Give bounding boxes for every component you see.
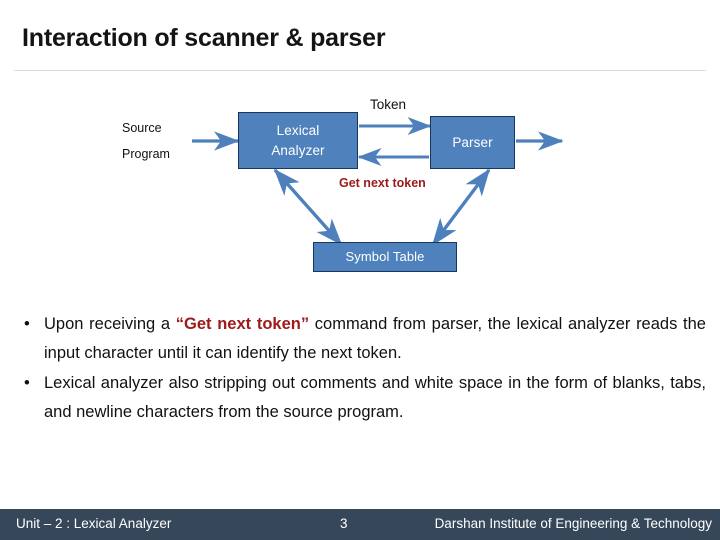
arrow-parser-symboltable (431, 168, 491, 246)
node-lexical-analyzer: Lexical Analyzer (238, 112, 358, 169)
bullet-2-text-part1: Lexical analyzer also stripping out comm… (44, 374, 706, 421)
list-item: • Lexical analyzer also stripping out co… (16, 369, 706, 426)
footer-bar: Unit – 2 : Lexical Analyzer 3 Darshan In… (0, 509, 720, 540)
footer-unit-label: Unit – 2 : Lexical Analyzer (16, 516, 172, 531)
node-lexical-analyzer-line2: Analyzer (271, 142, 325, 158)
page-title: Interaction of scanner & parser (22, 24, 386, 52)
arrow-lexical-symboltable (273, 168, 343, 246)
footer-institute-label: Darshan Institute of Engineering & Techn… (434, 516, 712, 531)
node-symbol-table-label: Symbol Table (345, 248, 425, 264)
label-token: Token (370, 97, 407, 112)
bullet-marker: • (24, 374, 30, 392)
label-program: Program (122, 147, 170, 161)
bullet-list: • Upon receiving a “Get next token” comm… (16, 310, 706, 428)
label-get-next-token: Get next token (339, 176, 426, 190)
scanner-parser-diagram: Source Program Token Get next token Lexi… (0, 80, 720, 295)
node-lexical-analyzer-line1: Lexical (276, 122, 320, 138)
node-parser: Parser (430, 116, 515, 169)
label-source: Source (122, 121, 162, 135)
node-parser-label: Parser (452, 134, 493, 150)
footer-page-number: 3 (340, 516, 348, 531)
bullet-1-text-part1: Upon receiving a (44, 315, 176, 333)
bullet-1-highlight: “Get next token” (175, 315, 310, 333)
bullet-marker: • (24, 315, 30, 333)
list-item: • Upon receiving a “Get next token” comm… (16, 310, 706, 367)
node-symbol-table: Symbol Table (313, 242, 457, 272)
title-divider (14, 70, 706, 71)
